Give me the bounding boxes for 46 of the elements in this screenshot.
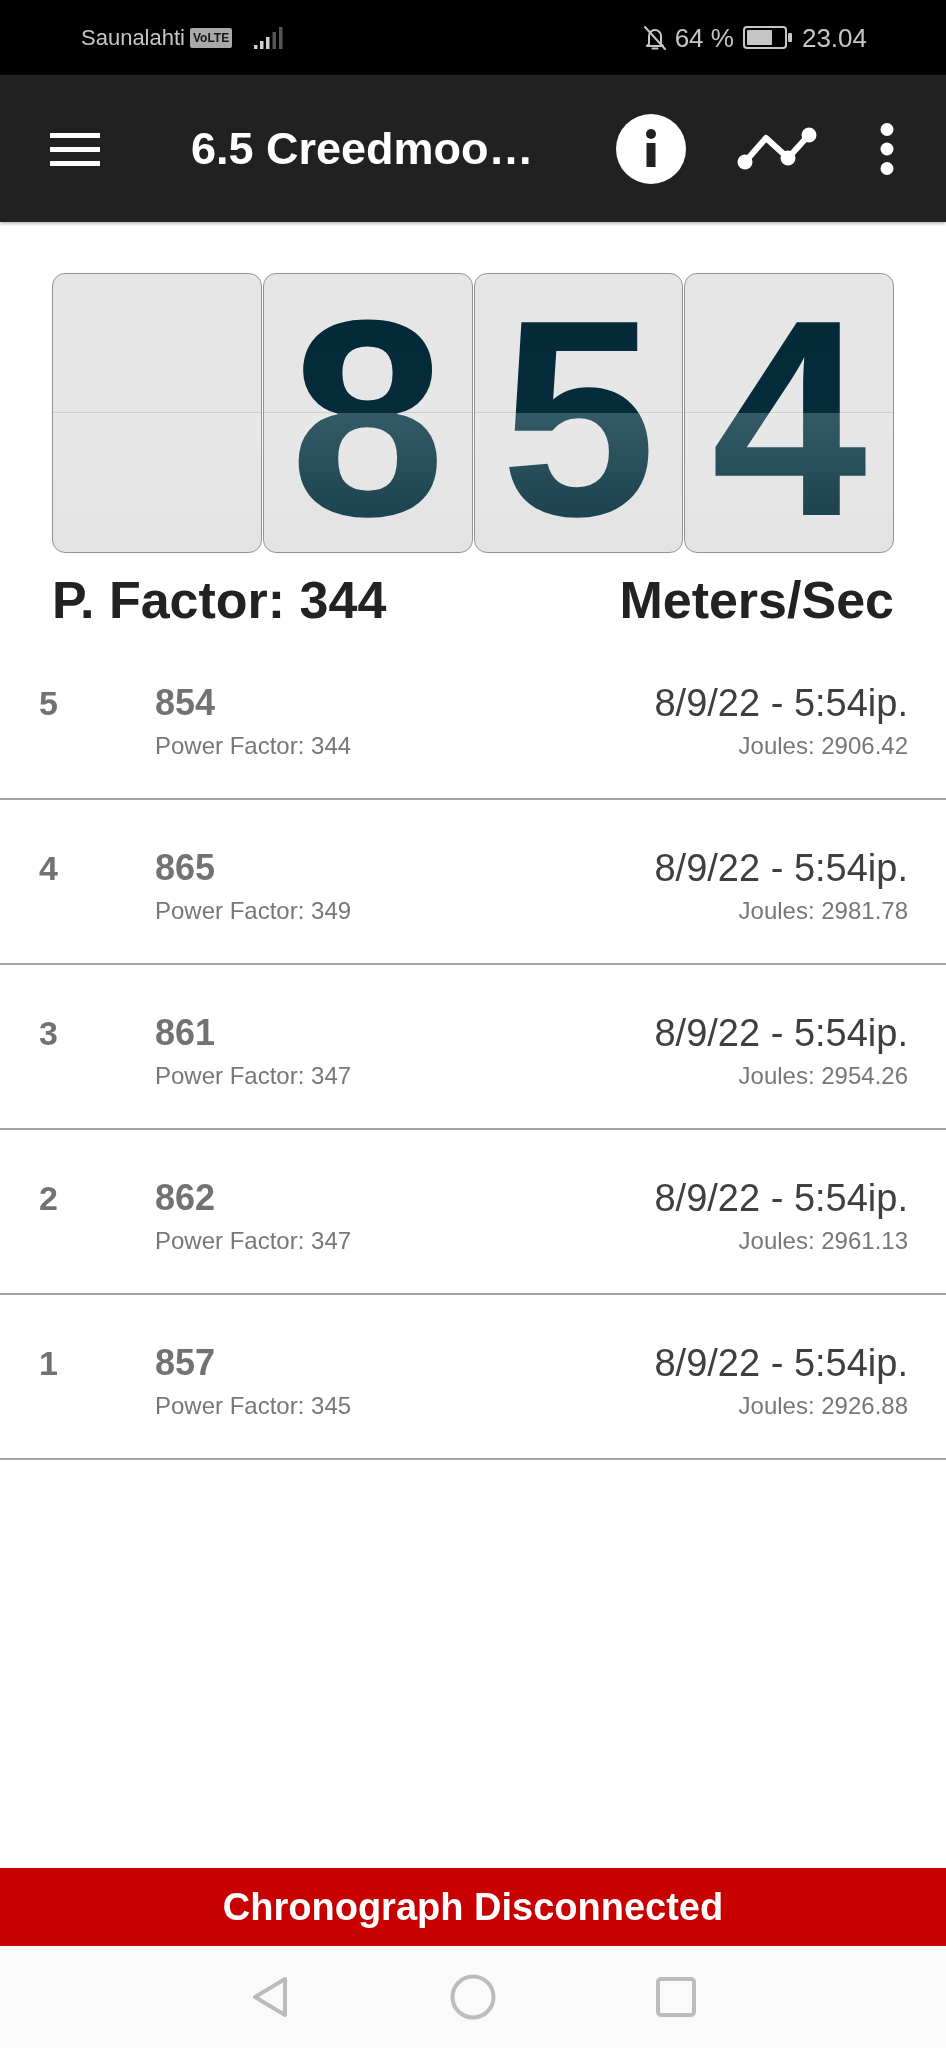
signal-icon [254,26,285,49]
info-icon [616,113,686,184]
power-factor-text: Power Factor: 344 [155,731,352,761]
units-label: Meters/Sec [619,570,894,630]
home-circle-icon [450,1974,496,2020]
recents-square-icon [656,1977,696,2017]
connection-status-banner: Chronograph Disconnected [0,1868,946,1946]
power-factor-text: Power Factor: 347 [155,1226,352,1256]
joules-text: Joules: 2954.26 [738,1061,908,1091]
more-vertical-icon [880,122,894,175]
line-chart-icon [737,125,817,172]
shot-velocity: 857 [155,1343,216,1383]
shot-timestamp: 8/9/22 - 5:54ip. [654,1013,908,1053]
shot-number: 4 [39,849,58,887]
joules-text: Joules: 2926.88 [738,1391,908,1421]
shot-number: 5 [39,684,58,722]
screen-title: 6.5 Creedmoo… [191,121,535,176]
power-factor-text: Power Factor: 349 [155,896,352,926]
shot-timestamp: 8/9/22 - 5:54ip. [654,848,908,888]
power-factor-label: P. Factor: 344 [52,570,387,630]
joules-text: Joules: 2906.42 [738,731,908,761]
power-factor-text: Power Factor: 347 [155,1061,352,1091]
joules-text: Joules: 2961.13 [738,1226,908,1256]
shot-velocity: 862 [155,1178,216,1218]
menu-button[interactable] [50,130,100,167]
clock-time: 23.04 [801,24,867,51]
shot-timestamp: 8/9/22 - 5:54ip. [654,1178,908,1218]
shot-number: 1 [39,1344,58,1382]
shot-velocity: 854 [155,683,216,723]
chart-button[interactable] [737,125,817,172]
shot-number: 2 [39,1179,58,1217]
back-triangle-icon [251,1975,289,2019]
info-button[interactable] [616,113,686,184]
shot-velocity: 865 [155,848,216,888]
network-badge: VoLTE [190,27,233,48]
shot-velocity: 861 [155,1013,216,1053]
battery-percent: 64 % [674,24,734,51]
menu-icon [50,130,100,167]
shot-number: 3 [39,1014,58,1052]
carrier-name: Saunalahti [81,26,185,49]
power-factor-text: Power Factor: 345 [155,1391,352,1421]
bell-off-icon [642,24,667,51]
shot-timestamp: 8/9/22 - 5:54ip. [654,683,908,723]
shot-timestamp: 8/9/22 - 5:54ip. [654,1343,908,1383]
joules-text: Joules: 2981.78 [738,896,908,926]
battery-icon [742,26,792,49]
